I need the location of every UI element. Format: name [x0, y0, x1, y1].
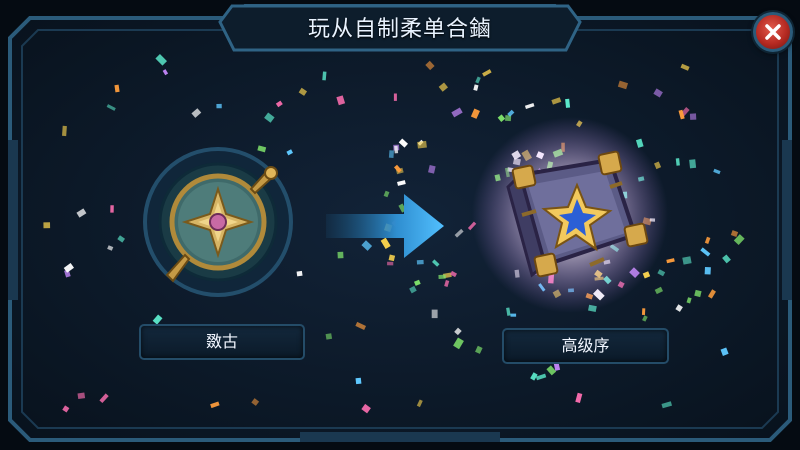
confetti-piece — [575, 392, 583, 404]
confetti-piece — [475, 345, 483, 354]
confetti-piece — [707, 289, 716, 299]
confetti-piece — [482, 69, 492, 77]
confetti-piece — [264, 112, 275, 123]
confetti-piece — [336, 95, 346, 106]
confetti-piece — [454, 228, 464, 238]
confetti-piece — [438, 82, 448, 92]
confetti-piece — [617, 80, 628, 90]
confetti-piece — [642, 315, 648, 322]
confetti-piece — [117, 235, 125, 243]
confetti-piece — [680, 63, 690, 71]
right-arrow-icon — [326, 194, 444, 258]
confetti-piece — [210, 401, 220, 409]
confetti-piece — [394, 145, 399, 154]
confetti-piece — [107, 245, 114, 251]
confetti-piece — [114, 84, 120, 93]
confetti-piece — [720, 347, 729, 356]
compass-medallion-icon — [143, 147, 293, 297]
confetti-piece — [393, 93, 397, 101]
confetti-piece — [475, 76, 481, 84]
source-item-slot — [143, 147, 293, 297]
confetti-piece — [551, 97, 562, 105]
confetti-piece — [155, 54, 167, 66]
confetti-piece — [682, 256, 692, 265]
confetti-piece — [675, 158, 680, 166]
confetti-piece — [106, 104, 116, 111]
confetti-piece — [431, 309, 438, 319]
confetti-piece — [216, 103, 222, 109]
confetti-piece — [473, 84, 479, 91]
dialog-title: 玩从自制柔单合鏀 — [307, 17, 492, 42]
confetti-piece — [361, 403, 371, 414]
source-item-label: 敪古 — [139, 324, 305, 360]
confetti-piece — [565, 98, 571, 108]
confetti-piece — [355, 321, 367, 330]
confetti-piece — [355, 377, 362, 385]
confetti-piece — [425, 60, 435, 71]
confetti-piece — [451, 107, 463, 118]
result-item-slot — [470, 115, 670, 315]
confetti-piece — [700, 247, 711, 257]
confetti-piece — [453, 337, 464, 350]
confetti-piece — [62, 125, 67, 137]
confetti-piece — [689, 159, 697, 169]
confetti-piece — [454, 327, 462, 336]
confetti-piece — [417, 140, 427, 149]
confetti-piece — [661, 401, 673, 409]
confetti-piece — [398, 138, 408, 148]
confetti-piece — [524, 102, 535, 109]
confetti-piece — [275, 100, 283, 108]
confetti-piece — [722, 254, 731, 264]
confetti-piece — [77, 392, 86, 400]
confetti-piece — [251, 398, 260, 406]
confetti-piece — [694, 289, 702, 298]
close-button[interactable] — [753, 12, 793, 52]
close-icon — [765, 24, 781, 40]
confetti-piece — [298, 87, 308, 96]
confetti-piece — [704, 267, 711, 275]
ornate-chest-icon — [472, 117, 668, 313]
reward-dialog: 玩从自制柔单合鏀 敪古 高级序 — [0, 0, 800, 450]
confetti-piece — [438, 274, 446, 279]
confetti-piece — [713, 168, 721, 175]
confetti-piece — [689, 113, 697, 120]
confetti-piece — [62, 405, 70, 413]
confetti-piece — [416, 399, 423, 408]
confetti-piece — [704, 236, 711, 244]
confetti-piece — [686, 297, 692, 304]
confetti-piece — [428, 165, 436, 174]
confetti-piece — [99, 393, 109, 404]
result-item-label: 高级序 — [502, 328, 669, 364]
confetti-piece — [444, 279, 450, 288]
confetti-piece — [191, 108, 202, 118]
confetti-piece — [110, 205, 114, 213]
confetti-piece — [409, 285, 417, 294]
confetti-piece — [162, 69, 169, 76]
confetti-piece — [388, 150, 394, 159]
confetti-piece — [675, 304, 683, 312]
confetti-piece — [325, 333, 333, 340]
confetti-piece — [43, 222, 51, 229]
confetti-piece — [76, 208, 87, 218]
confetti-piece — [730, 230, 739, 238]
confetti-piece — [653, 88, 663, 98]
confetti-piece — [296, 270, 303, 277]
confetti-piece — [413, 279, 421, 286]
confetti-piece — [322, 71, 327, 81]
